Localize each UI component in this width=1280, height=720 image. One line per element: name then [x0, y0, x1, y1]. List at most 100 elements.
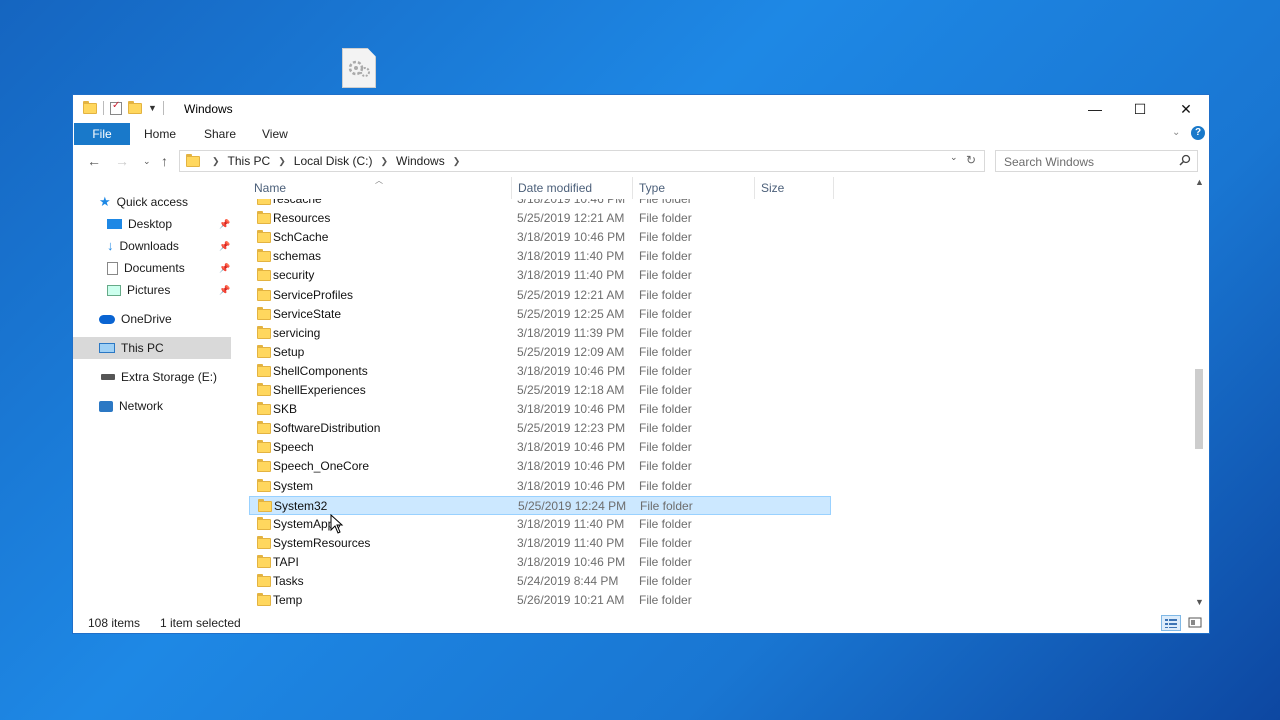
table-row[interactable]: SystemResources 3/18/2019 11:40 PM File fo…	[249, 534, 831, 553]
table-row[interactable]: System 3/18/2019 10:46 PM File folder	[249, 477, 831, 496]
nav-label: Downloads	[119, 239, 179, 253]
computer-icon	[99, 343, 115, 353]
refresh-icon[interactable]: ↻	[966, 153, 976, 167]
table-row[interactable]: Tasks 5/24/2019 8:44 PM File folder	[249, 572, 831, 591]
vertical-scrollbar[interactable]: ▲ ▼	[1191, 177, 1208, 611]
column-divider[interactable]	[632, 177, 633, 199]
column-divider[interactable]	[511, 177, 512, 199]
file-date-modified: 3/18/2019 10:46 PM	[517, 402, 626, 417]
large-icons-view-button[interactable]	[1187, 615, 1203, 631]
address-bar[interactable]: ❯ This PC ❯ Local Disk (C:) ❯ Windows ❯	[179, 150, 985, 172]
breadcrumb-local-disk[interactable]: Local Disk (C:)	[294, 154, 373, 168]
back-arrow-icon[interactable]: ←	[87, 153, 101, 169]
nav-onedrive[interactable]: OneDrive	[99, 308, 172, 330]
scroll-up-icon[interactable]: ▲	[1195, 177, 1204, 187]
up-arrow-icon[interactable]: ↑	[161, 153, 168, 169]
table-row[interactable]: SchCache 3/18/2019 10:46 PM File folder	[249, 228, 831, 247]
column-header-name[interactable]: Name	[254, 177, 286, 199]
address-dropdown-icon[interactable]: ⌄	[950, 152, 958, 163]
chevron-right-icon[interactable]: ❯	[278, 156, 286, 167]
minimize-button[interactable]: —	[1072, 95, 1118, 123]
table-row[interactable]: Temp 5/26/2019 10:21 AM File folder	[249, 591, 831, 609]
file-type: File folder	[639, 249, 692, 264]
breadcrumb-this-pc[interactable]: This PC	[228, 154, 271, 168]
close-button[interactable]: ✕	[1163, 95, 1209, 123]
table-row[interactable]: ServiceProfiles 5/25/2019 12:21 AM File fo…	[249, 286, 831, 305]
column-divider[interactable]	[754, 177, 755, 199]
table-row[interactable]: SoftwareDistribution 5/25/2019 12:23 PM Fi…	[249, 419, 831, 438]
nav-quick-access[interactable]: ★ Quick access	[99, 191, 188, 213]
table-row[interactable]: schemas 3/18/2019 11:40 PM File folder	[249, 247, 831, 266]
new-folder-icon[interactable]	[128, 100, 142, 114]
properties-icon[interactable]	[110, 100, 122, 115]
file-name: SystemResources	[273, 535, 371, 550]
maximize-button[interactable]: ☐	[1117, 95, 1163, 123]
forward-arrow-icon[interactable]: →	[115, 153, 129, 169]
table-row[interactable]: Speech_OneCore 3/18/2019 10:46 PM File fol…	[249, 457, 831, 476]
recent-locations-chevron-icon[interactable]: ⌄	[143, 156, 151, 167]
details-view-button[interactable]	[1161, 615, 1181, 631]
nav-label: Desktop	[128, 217, 173, 231]
folder-icon	[257, 516, 271, 530]
file-name: Setup	[273, 344, 305, 359]
help-icon[interactable]: ?	[1191, 126, 1205, 140]
table-row[interactable]: ShellComponents 3/18/2019 10:46 PM File fo…	[249, 362, 831, 381]
chevron-right-icon[interactable]: ❯	[380, 156, 388, 167]
folder-icon	[257, 287, 271, 301]
pin-icon[interactable]: 📌	[219, 241, 230, 252]
folder-icon	[257, 478, 271, 492]
nav-extra-storage[interactable]: Extra Storage (E:)	[101, 366, 217, 388]
nav-this-pc[interactable]: This PC	[73, 337, 231, 359]
column-header-date[interactable]: Date modified	[518, 177, 592, 199]
expand-ribbon-chevron-icon[interactable]: ⌄	[1172, 127, 1180, 138]
table-row[interactable]: servicing 3/18/2019 11:39 PM File folder	[249, 324, 831, 343]
pin-icon[interactable]: 📌	[219, 263, 230, 274]
search-icon[interactable]	[1179, 154, 1191, 166]
file-name: SoftwareDistribution	[273, 421, 381, 436]
customize-toolbar-chevron-icon[interactable]: ▼	[148, 103, 157, 113]
file-type: File folder	[639, 459, 692, 474]
tab-file[interactable]: File	[74, 123, 130, 145]
file-name: TAPI	[273, 554, 299, 569]
sort-ascending-icon: ︿	[375, 177, 383, 185]
table-row[interactable]: ServiceState 5/25/2019 12:25 AM File folde…	[249, 305, 831, 324]
file-date-modified: 3/18/2019 10:46 PM	[517, 199, 626, 206]
nav-label: Network	[119, 399, 164, 413]
table-row[interactable]: Setup 5/25/2019 12:09 AM File folder	[249, 343, 831, 362]
nav-downloads[interactable]: ↓ Downloads	[107, 235, 179, 257]
file-name: ShellComponents	[273, 363, 368, 378]
file-type: File folder	[639, 554, 692, 569]
table-row[interactable]: ShellExperiences 5/25/2019 12:18 AM File f…	[249, 381, 831, 400]
chevron-right-icon[interactable]: ❯	[212, 156, 220, 167]
table-row[interactable]: Speech 3/18/2019 10:46 PM File folder	[249, 438, 831, 457]
nav-desktop[interactable]: Desktop	[107, 213, 172, 235]
table-row[interactable]: System32 5/25/2019 12:24 PM File folder	[249, 495, 831, 515]
tab-home[interactable]: Home	[144, 123, 176, 145]
tab-share[interactable]: Share	[204, 123, 236, 145]
file-type: File folder	[639, 363, 692, 378]
column-header-size[interactable]: Size	[761, 177, 784, 199]
column-header-type[interactable]: Type	[639, 177, 665, 199]
scrollbar-thumb[interactable]	[1195, 369, 1203, 449]
column-divider[interactable]	[833, 177, 834, 199]
table-row[interactable]: TAPI 3/18/2019 10:46 PM File folder	[249, 553, 831, 572]
table-row[interactable]: Resources 5/25/2019 12:21 AM File folder	[249, 209, 831, 228]
file-type: File folder	[639, 211, 692, 226]
table-row[interactable]: security 3/18/2019 11:40 PM File folder	[249, 266, 831, 285]
nav-network[interactable]: Network	[99, 395, 163, 417]
table-row[interactable]: rescache 3/18/2019 10:46 PM File folder	[249, 199, 831, 209]
nav-pictures[interactable]: Pictures	[107, 279, 170, 301]
scroll-down-icon[interactable]: ▼	[1195, 597, 1204, 607]
nav-documents[interactable]: Documents	[107, 257, 185, 279]
chevron-right-icon[interactable]: ❯	[453, 156, 461, 167]
breadcrumb-windows[interactable]: Windows	[396, 154, 445, 168]
desktop-file-icon[interactable]	[342, 48, 376, 88]
pin-icon[interactable]: 📌	[219, 219, 230, 230]
file-type: File folder	[639, 344, 692, 359]
search-input[interactable]: Search Windows	[995, 150, 1198, 172]
folder-icon	[257, 554, 271, 568]
tab-view[interactable]: View	[262, 123, 288, 145]
table-row[interactable]: SKB 3/18/2019 10:46 PM File folder	[249, 400, 831, 419]
pin-icon[interactable]: 📌	[219, 285, 230, 296]
file-date-modified: 3/18/2019 11:40 PM	[517, 249, 625, 264]
